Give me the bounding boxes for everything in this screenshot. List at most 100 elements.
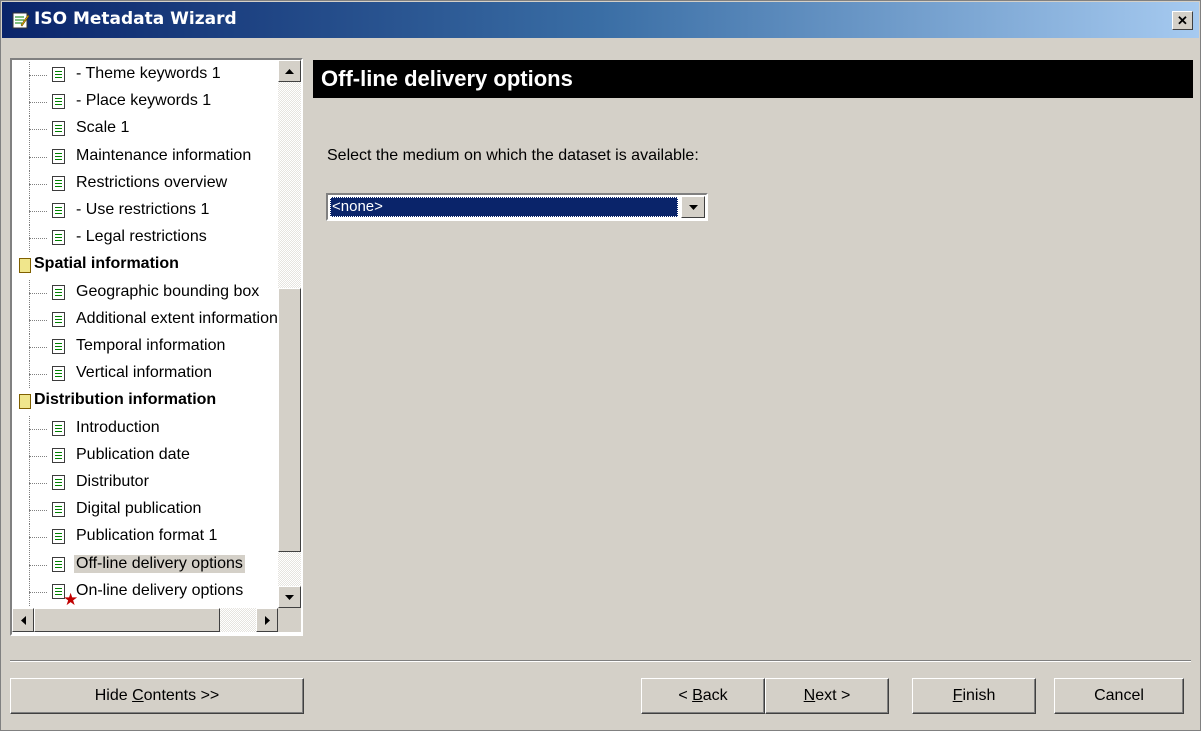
tree-item-label: Additional extent information [76,309,278,327]
tree-item[interactable]: Off-line delivery options [12,551,278,579]
tree-group[interactable]: Distribution information [12,388,278,415]
tree-item[interactable]: Restrictions overview [12,170,278,198]
document-icon [52,447,65,463]
horizontal-scrollbar[interactable] [12,608,278,632]
document-line [55,152,62,154]
document-line [55,590,62,592]
tree-item-label: - Place keywords 1 [76,92,212,110]
medium-prompt: Select the medium on which the dataset i… [327,147,699,164]
arrow-left-icon [20,615,26,625]
tree-connector [29,510,47,512]
document-line [55,315,62,317]
tree-connector [29,75,47,76]
close-icon: ✕ [1177,13,1188,28]
tree-item[interactable]: Additional extent information [12,306,278,334]
hide-contents-mnemonic: C [132,687,144,704]
document-line [55,318,62,320]
document-icon [52,502,65,518]
document-icon [52,339,65,354]
scroll-up-button[interactable] [278,60,301,82]
document-line [55,291,62,293]
tree-item[interactable]: Geographic bounding box [12,279,278,307]
document-line [55,101,62,103]
document-icon [52,94,65,110]
document-line [55,343,62,344]
contents-tree[interactable]: - Theme keywords 1 - Place keywords 1 Scal… [10,58,303,636]
document-icon [52,284,65,300]
scroll-left-button[interactable] [12,608,34,632]
tree-item-label: Distributor [76,473,149,490]
scroll-right-button[interactable] [256,608,278,632]
tree-list: - Theme keywords 1 - Place keywords 1 Scal… [12,60,278,608]
tree-item[interactable]: Introduction [12,415,278,443]
cancel-button[interactable]: Cancel [1054,678,1184,714]
tree-group[interactable]: Spatial information [12,252,278,279]
tree-item[interactable]: Maintenance information [12,143,278,171]
document-icon [52,67,65,82]
document-line [55,185,62,187]
tree-connector [29,183,47,185]
page-title: Off-line delivery options [321,66,573,91]
tree-connector [29,292,47,294]
medium-dropdown-button[interactable] [681,196,705,218]
document-line [55,207,62,208]
document-line [55,485,62,486]
document-line [55,512,62,514]
tree-item[interactable]: Scale 1 [12,116,278,144]
tree-item[interactable]: Temporal information [12,334,278,361]
tree-item[interactable]: Digital publication [12,497,278,525]
scroll-down-button[interactable] [278,586,301,608]
tree-connector [29,537,47,539]
tree-item-label: Publication format 1 [76,527,218,545]
chevron-down-icon [688,204,698,210]
hscroll-thumb[interactable] [34,608,220,632]
tree-item[interactable]: Publication format 1 [12,524,278,552]
tree-item-label: Scale 1 [76,119,130,137]
finish-button[interactable]: Finish [912,678,1036,714]
tree-item-label: - Use restrictions 1 [76,201,210,218]
tree-connector [29,156,47,158]
medium-select[interactable]: <none> [326,193,708,221]
document-line [55,427,62,429]
tree-item[interactable]: Publication date [12,442,278,470]
document-line [55,131,62,133]
tree-item-label: Off-line delivery options [74,554,245,573]
document-line [55,593,62,595]
tree-item[interactable]: Vertical information [12,361,278,389]
scroll-thumb[interactable] [278,288,301,552]
tree-item-label: Digital publication [76,500,202,518]
document-line [55,158,62,160]
tree-item[interactable]: ★ On-line delivery options [12,578,278,608]
hide-contents-label-b: ontents >> [143,687,220,704]
back-label-a: < [678,687,693,704]
back-button[interactable]: < Back [641,678,765,714]
document-line [55,479,62,480]
book-icon [19,258,31,274]
document-line [55,560,62,562]
footer-divider [10,660,1191,662]
tree-connector [29,483,47,484]
tree-item[interactable]: - Use restrictions 1 [12,198,278,225]
next-button[interactable]: Next > [765,678,889,714]
hide-contents-button[interactable]: Hide Contents >> [10,678,304,714]
vertical-scrollbar[interactable] [278,60,301,608]
tree-item[interactable]: - Place keywords 1 [12,89,278,117]
document-icon [52,203,65,218]
document-line [55,98,62,100]
arrow-up-icon [285,68,294,74]
document-icon [52,366,65,382]
tree-connector [29,347,47,348]
document-line [55,234,62,236]
tree-item[interactable]: - Legal restrictions [12,225,278,253]
close-button[interactable]: ✕ [1172,11,1193,30]
tree-item-label: On-line delivery options [76,581,244,599]
document-icon [52,475,65,490]
tree-item-label: Geographic bounding box [76,282,260,300]
document-line [55,128,62,130]
document-line [55,506,62,508]
tree-item[interactable]: - Theme keywords 1 [12,62,278,89]
document-line [55,482,62,483]
document-icon [52,420,65,436]
document-line [55,321,62,323]
tree-item[interactable]: Distributor [12,470,278,497]
